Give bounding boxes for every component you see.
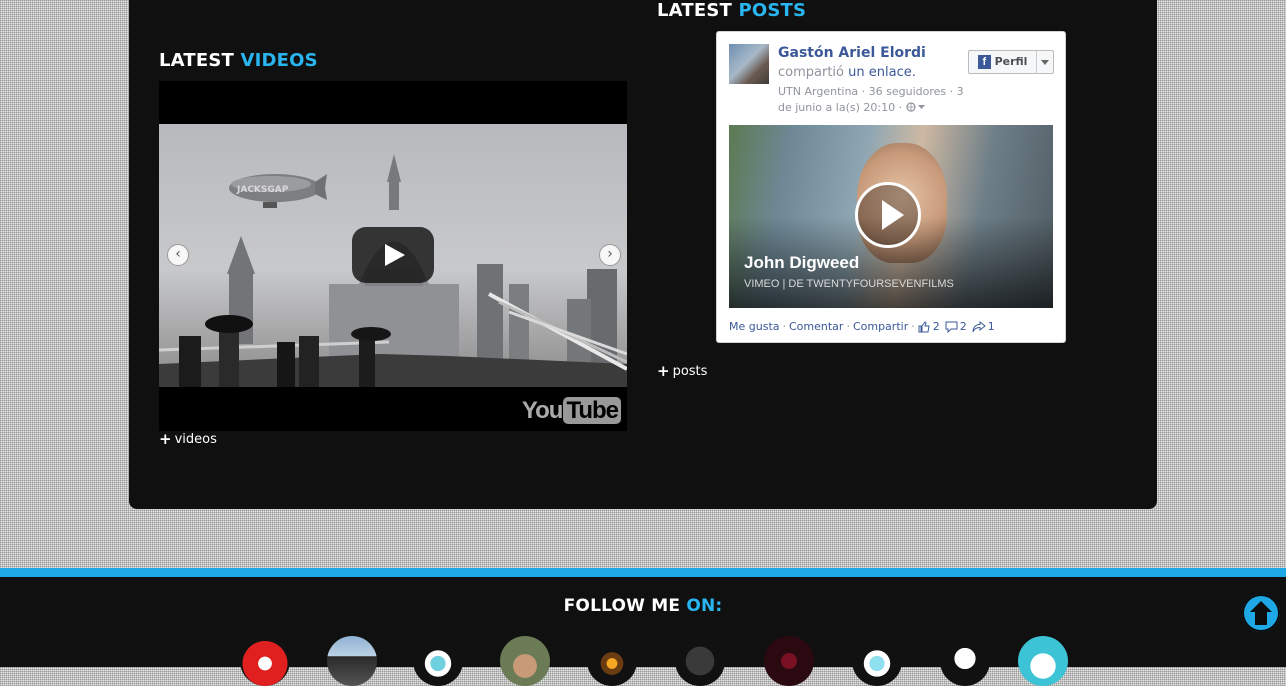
share-count: 1 <box>987 320 995 333</box>
comment-link[interactable]: Comentar <box>789 320 843 333</box>
author-avatar[interactable] <box>729 44 769 84</box>
more-videos-link[interactable]: + videos <box>159 430 217 448</box>
blimp-label: JACKSGAP <box>236 185 289 195</box>
separator: · <box>846 320 850 333</box>
social-icon-2[interactable] <box>327 636 377 686</box>
youtube-logo[interactable]: You Tube <box>522 397 621 425</box>
footer: FOLLOW ME ON: <box>0 568 1286 686</box>
author-name[interactable]: Gastón Ariel Elordi <box>778 45 926 61</box>
follow-me-heading: FOLLOW ME ON: <box>0 596 1286 616</box>
profile-button-label: Perfil <box>994 55 1028 68</box>
latest-videos-heading: LATEST VIDEOS <box>159 50 318 71</box>
facebook-f-icon: f <box>978 55 991 69</box>
thumbs-up-icon <box>918 320 930 332</box>
heading-accent: POSTS <box>738 0 807 21</box>
plus-icon: + <box>159 0 172 3</box>
facebook-post-card: Gastón Ariel Elordi compartió un enlace.… <box>716 31 1066 343</box>
globe-icon[interactable] <box>905 102 926 112</box>
more-tracks-link[interactable]: + tracks <box>159 0 214 3</box>
plus-icon: + <box>657 362 670 380</box>
video-play-button[interactable] <box>352 227 434 283</box>
profile-follow-button[interactable]: f Perfil <box>968 50 1054 74</box>
media-title[interactable]: John Digweed <box>744 253 859 273</box>
share-link[interactable]: Compartir <box>853 320 908 333</box>
more-posts-label: posts <box>672 364 708 379</box>
video-next-button[interactable]: › <box>599 244 621 266</box>
video-player[interactable]: JACKSGAP ‹ › You Tube <box>159 81 627 431</box>
social-icon-8[interactable] <box>852 636 902 686</box>
play-icon[interactable] <box>855 182 921 248</box>
more-tracks-label: tracks <box>175 0 215 3</box>
heading-accent: ON: <box>686 596 723 616</box>
social-icon-3[interactable] <box>413 636 463 686</box>
social-icon-7[interactable] <box>764 636 814 686</box>
separator: · <box>782 320 787 333</box>
shared-link[interactable]: un enlace. <box>848 65 916 80</box>
arrow-up-circle-icon[interactable] <box>1242 594 1280 632</box>
shared-prefix: compartió <box>778 65 844 80</box>
share-icon <box>972 320 986 332</box>
youtube-logo-tube: Tube <box>563 397 621 424</box>
comment-icon <box>945 321 958 333</box>
post-meta-text: UTN Argentina · 36 seguidores · 3 de jun… <box>778 85 964 114</box>
social-icon-5[interactable] <box>587 636 637 686</box>
shared-video-preview[interactable]: John Digweed VIMEO | DE TWENTYFOURSEVENF… <box>729 125 1053 308</box>
social-icon-9[interactable] <box>940 636 990 686</box>
separator: · <box>911 320 915 333</box>
like-count: 2 <box>932 320 940 333</box>
like-link[interactable]: Me gusta <box>729 320 780 333</box>
back-to-top-arrow <box>1250 601 1272 625</box>
social-icon-10[interactable] <box>1018 636 1068 686</box>
youtube-logo-you: You <box>521 397 564 424</box>
heading-accent: VIDEOS <box>240 50 318 71</box>
social-icon-1[interactable] <box>240 636 290 686</box>
post-meta: UTN Argentina · 36 seguidores · 3 de jun… <box>778 84 968 116</box>
video-prev-button[interactable]: ‹ <box>167 244 189 266</box>
more-posts-link[interactable]: + posts <box>657 362 708 380</box>
social-icon-4[interactable] <box>500 636 550 686</box>
plus-icon: + <box>159 430 172 448</box>
latest-posts-heading: LATEST POSTS <box>657 0 806 21</box>
comment-count: 2 <box>959 320 967 333</box>
media-source: VIMEO | DE TWENTYFOURSEVENFILMS <box>744 278 954 290</box>
heading-prefix: FOLLOW ME <box>563 596 681 616</box>
more-videos-label: videos <box>174 432 217 447</box>
heading-prefix: LATEST <box>657 0 733 21</box>
social-icon-6[interactable] <box>675 636 725 686</box>
chevron-down-icon[interactable] <box>1035 51 1053 73</box>
post-actions: Me gusta · Comentar · Compartir · 2 2 1 <box>729 320 1000 333</box>
heading-prefix: LATEST <box>159 50 235 71</box>
shared-line: compartió un enlace. <box>778 65 916 80</box>
footer-stripe <box>0 568 1286 577</box>
